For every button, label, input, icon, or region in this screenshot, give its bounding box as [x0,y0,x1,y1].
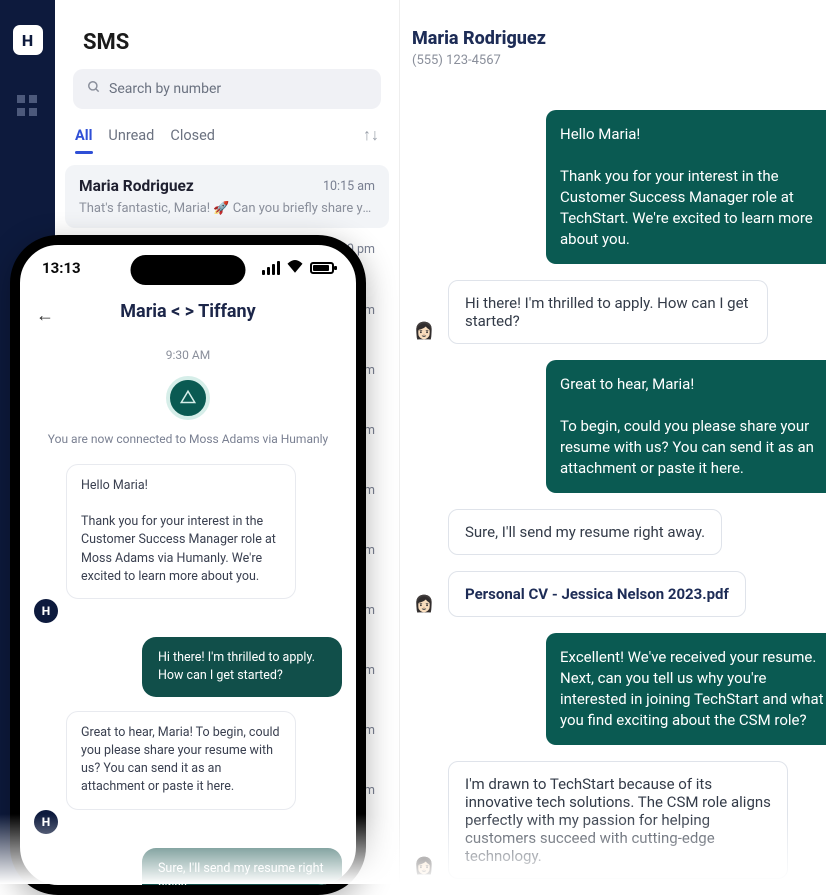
conversation-panel: Maria Rodriguez (555) 123-4567 Hello Mar… [400,0,826,884]
thread-name: Maria Rodriguez [79,177,194,195]
wifi-icon [286,259,304,277]
message-outgoing[interactable]: Excellent! We've received your resume. N… [546,633,826,745]
agent-avatar-icon: H [34,810,58,834]
tab-closed[interactable]: Closed [170,127,215,144]
tab-all[interactable]: All [75,127,92,144]
thread-item[interactable]: Maria Rodriguez 10:15 am That's fantasti… [65,165,389,228]
thread-time: 10:15 am [323,179,375,194]
back-icon[interactable]: ← [36,305,54,326]
message-incoming[interactable]: Sure, I'll send my resume right away. [448,509,722,555]
brand-logo-icon [166,376,210,420]
contact-avatar-icon: 👩🏻 [410,316,438,344]
message-attachment[interactable]: Personal CV - Jessica Nelson 2023.pdf [448,571,746,617]
apps-grid-icon[interactable] [17,95,39,117]
chat-messages: Hello Maria! Thank you for your interest… [410,110,826,884]
message-outgoing[interactable]: Sure, I'll send my resume right away. [142,848,342,893]
panel-title: SMS [83,30,389,55]
app-logo[interactable]: H [13,25,43,55]
message-incoming[interactable]: I'm drawn to TechStart because of its in… [448,761,788,879]
chat-timestamp: 9:30 AM [34,348,342,362]
contact-name: Maria Rodriguez [412,28,826,49]
message-incoming[interactable]: Hello Maria! Thank you for your interest… [66,464,296,599]
message-outgoing[interactable]: Hello Maria! Thank you for your interest… [546,110,826,264]
phone-chat-header: ← Maria < > Tiffany [20,277,356,332]
message-outgoing[interactable]: Hi there! I'm thrilled to apply. How can… [142,637,342,697]
search-placeholder: Search by number [109,81,221,97]
agent-avatar-icon: H [34,599,58,623]
message-incoming[interactable]: Great to hear, Maria! To begin, could yo… [66,711,296,810]
conversation-header: Maria Rodriguez (555) 123-4567 [410,28,826,68]
message-outgoing[interactable]: Great to hear, Maria! To begin, could yo… [546,360,826,493]
connection-notice: You are now connected to Moss Adams via … [34,432,342,446]
search-icon [87,80,101,98]
contact-phone: (555) 123-4567 [412,53,826,68]
status-time: 13:13 [42,259,81,277]
phone-mockup: 13:13 ← Maria < > Tiffany 9:30 AM You ar… [10,235,366,895]
contact-avatar-icon: 👩🏻 [410,851,438,879]
sort-icon[interactable]: ↑↓ [363,125,379,145]
signal-icon [262,261,280,275]
contact-avatar-icon: 👩🏻 [410,589,438,617]
battery-icon [310,262,334,274]
tab-unread[interactable]: Unread [108,127,154,144]
phone-chat-body[interactable]: 9:30 AM You are now connected to Moss Ad… [20,332,356,892]
thread-preview: That's fantastic, Maria! 🚀 Can you brief… [79,201,375,216]
filter-tabs: All Unread Closed ↑↓ [65,125,389,145]
message-incoming[interactable]: Hi there! I'm thrilled to apply. How can… [448,280,768,344]
search-input[interactable]: Search by number [73,69,381,109]
chat-title: Maria < > Tiffany [120,301,255,322]
